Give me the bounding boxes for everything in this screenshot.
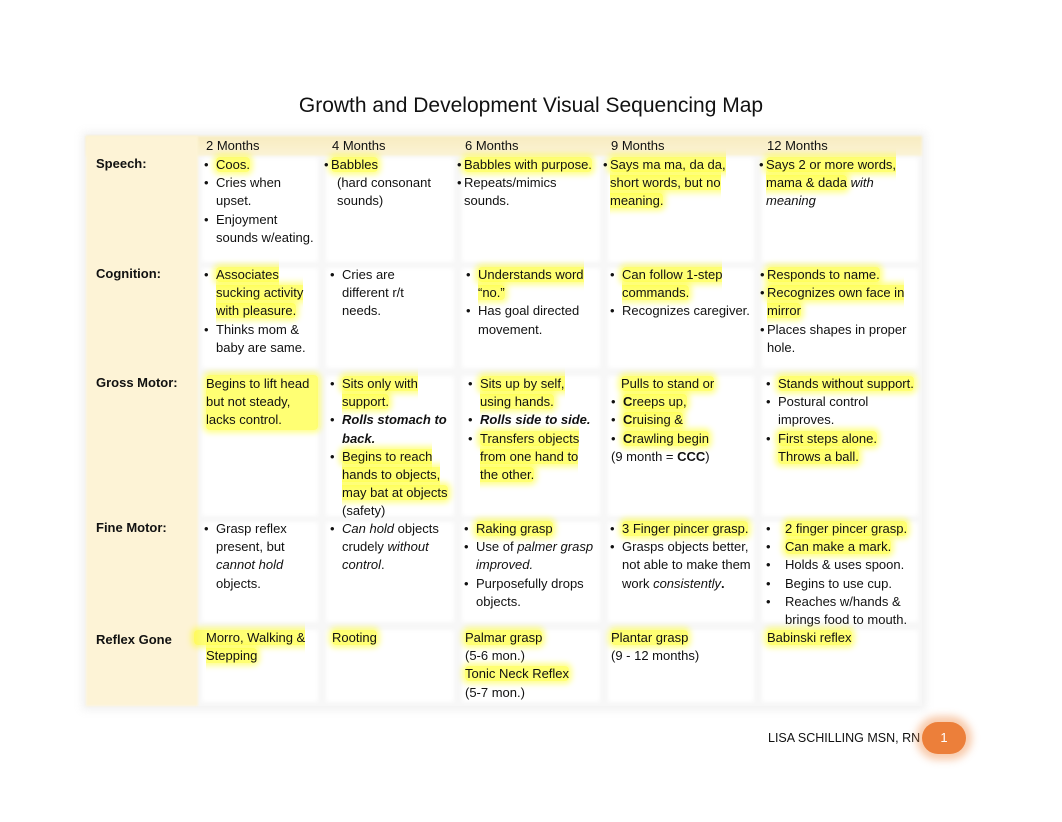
list-item: Grasps objects better, not able to make … (610, 538, 756, 593)
list-item: Reaches w/hands & brings food to mouth. (766, 593, 916, 629)
page-number-badge: 1 (922, 722, 966, 754)
column-header-12-months: 12 Months (767, 138, 828, 153)
list-item: Rolls side to side. (468, 411, 598, 429)
cell-speech-2-months: Coos. Cries when upset. Enjoyment sounds… (204, 156, 316, 247)
cell-gross-motor-9-months: Pulls to stand or Creeps up, Cruising & … (611, 375, 751, 466)
cell-reflex-6-months: Palmar grasp (5-6 mon.) Tonic Neck Refle… (465, 630, 570, 700)
page-title: Growth and Development Visual Sequencing… (298, 94, 764, 117)
cell-cognition-6-months: Understands word “no.” Has goal directed… (466, 266, 596, 339)
list-item: Grasp reflex present, but cannot hold ob… (204, 520, 312, 593)
cell-gross-motor-4-months: Sits only with support. Rolls stomach to… (330, 375, 454, 521)
list-item: Responds to name. (760, 266, 916, 284)
cell-fine-motor-4-months: Can hold objects crudely without control… (330, 520, 454, 575)
list-item: Coos. (204, 156, 316, 174)
list-item: Can hold objects crudely without control… (330, 520, 454, 575)
cell-fine-motor-12-months: 2 finger pincer grasp. Can make a mark. … (766, 520, 916, 629)
cell-reflex-2-months: Morro, Walking & Stepping (194, 629, 320, 665)
cell-fine-motor-6-months: Raking grasp Use of palmer grasp improve… (464, 520, 596, 611)
list-item: First steps alone.Throws a ball. (766, 430, 914, 466)
cell-cognition-2-months: Associates sucking activity with pleasur… (204, 266, 312, 357)
list-item: Recognizes caregiver. (610, 302, 752, 320)
row-label-gross-motor: Gross Motor: (96, 375, 178, 390)
list-item: Cries are different r/t needs. (330, 266, 430, 321)
list-item: Associates sucking activity with pleasur… (204, 266, 312, 321)
list-item: Transfers objects from one hand to the o… (468, 430, 598, 485)
list-item: Thinks mom & baby are same. (204, 321, 312, 357)
cell-speech-9-months: Says ma ma, da da, short words, but no m… (603, 156, 743, 211)
footer-author: LISA SCHILLING MSN, RN (768, 731, 921, 745)
column-header-4-months: 4 Months (332, 138, 386, 153)
label-column (86, 136, 198, 706)
list-item: Rolls stomach to back. (330, 411, 454, 447)
list-item: Babbles with purpose. (457, 156, 597, 174)
list-item: Begins to use cup. (766, 575, 916, 593)
row-label-cognition: Cognition: (96, 266, 161, 281)
list-item: 3 Finger pincer grasp. (610, 520, 756, 538)
column-header-6-months: 6 Months (465, 138, 519, 153)
list-item: Use of palmer grasp improved. (464, 538, 596, 574)
list-item: Crawling begin (611, 430, 751, 448)
list-item: Places shapes in proper hole. (760, 321, 916, 357)
list-item: Begins to reach hands to objects, may ba… (330, 448, 454, 521)
list-item: Cries when upset. (204, 174, 316, 210)
list-item: Has goal directed movement. (466, 302, 596, 338)
list-item: Stands without support. (766, 375, 914, 393)
list-item: Recognizes own face in mirror (760, 284, 916, 320)
sequencing-table: 2 Months 4 Months 6 Months 9 Months 12 M… (86, 136, 922, 706)
column-header-2-months: 2 Months (206, 138, 260, 153)
list-item: Repeats/mimics sounds. (457, 174, 597, 210)
cell-fine-motor-9-months: 3 Finger pincer grasp. Grasps objects be… (610, 520, 756, 593)
cell-cognition-12-months: Responds to name. Recognizes own face in… (760, 266, 916, 357)
row-label-fine-motor: Fine Motor: (96, 520, 167, 535)
cell-gross-motor-2-months: Begins to lift head but not steady, lack… (206, 375, 318, 430)
list-item: Creeps up, (611, 393, 751, 412)
list-item: Can make a mark. (766, 538, 916, 557)
list-item: Holds & uses spoon. (766, 556, 916, 574)
cell-reflex-4-months: Rooting (332, 630, 377, 645)
list-item: Sits up by self, using hands. (468, 375, 598, 411)
cell-speech-4-months: Babbles(hard consonant sounds) (324, 156, 452, 211)
list-item: Says 2 or more words, mama & dada with m… (759, 156, 909, 211)
cell-reflex-12-months: Babinski reflex (767, 630, 852, 645)
list-item: Babbles(hard consonant sounds) (324, 156, 452, 211)
list-item: Understands word “no.” (466, 266, 596, 302)
list-item: Purposefully drops objects. (464, 575, 596, 611)
row-label-speech: Speech: (96, 156, 147, 171)
column-header-9-months: 9 Months (611, 138, 665, 153)
list-item: Says ma ma, da da, short words, but no m… (603, 156, 743, 211)
list-item: Cruising & (611, 411, 751, 430)
cell-speech-6-months: Babbles with purpose. Repeats/mimics sou… (457, 156, 597, 211)
cell-gross-motor-6-months: Sits up by self, using hands. Rolls side… (468, 375, 598, 484)
list-item: 2 finger pincer grasp. (766, 520, 916, 538)
cell-speech-12-months: Says 2 or more words, mama & dada with m… (759, 156, 909, 211)
list-item: Enjoyment sounds w/eating. (204, 211, 316, 247)
cell-fine-motor-2-months: Grasp reflex present, but cannot hold ob… (204, 520, 312, 593)
list-item: Postural control improves. (766, 393, 914, 429)
list-item: (9 month = CCC) (611, 448, 710, 464)
list-item: Pulls to stand or (621, 376, 715, 391)
list-item: Sits only with support. (330, 375, 454, 411)
cell-reflex-9-months: Plantar grasp (9 - 12 months) (611, 630, 700, 664)
list-item: Can follow 1-step commands. (610, 266, 752, 302)
cell-cognition-9-months: Can follow 1-step commands. Recognizes c… (610, 266, 752, 321)
list-item: Raking grasp (464, 520, 596, 538)
cell-gross-motor-12-months: Stands without support. Postural control… (766, 375, 914, 466)
cell-cognition-4-months: Cries are different r/t needs. (330, 266, 430, 321)
row-label-reflex-gone: Reflex Gone (96, 632, 172, 647)
